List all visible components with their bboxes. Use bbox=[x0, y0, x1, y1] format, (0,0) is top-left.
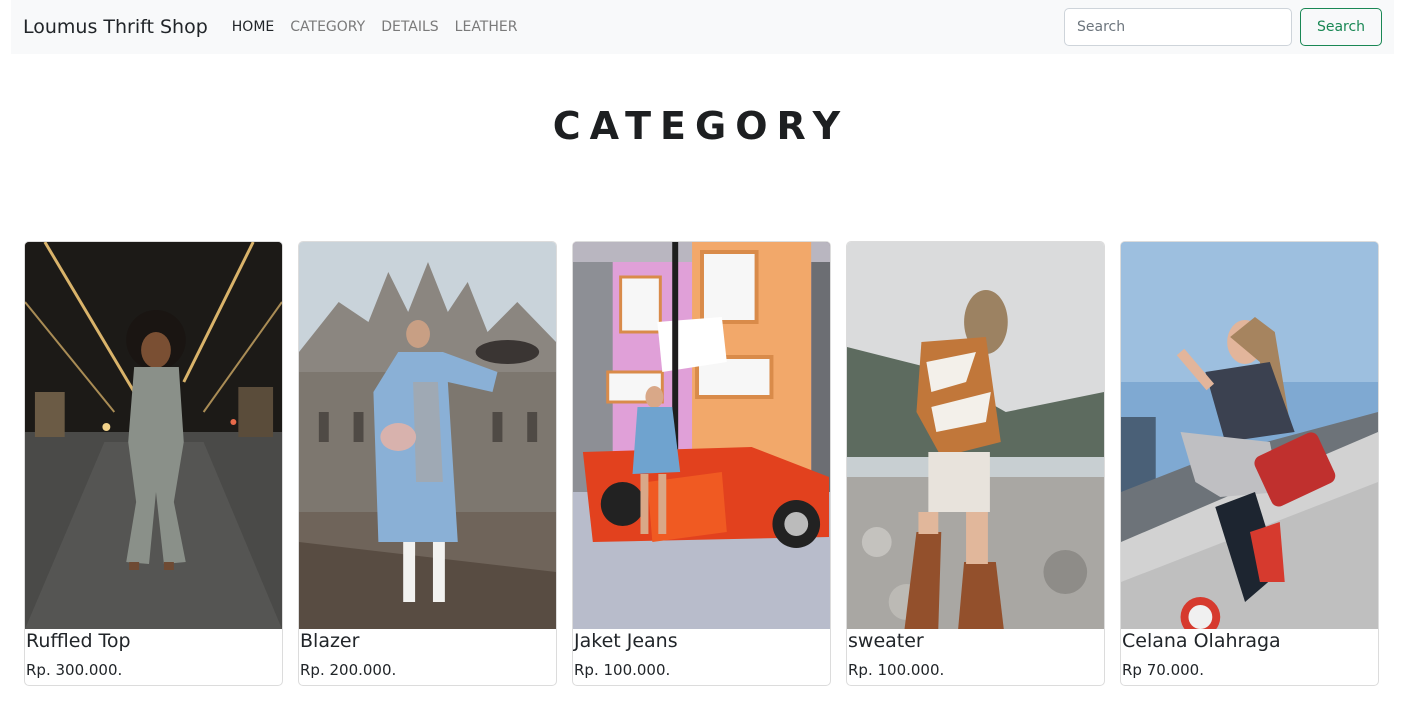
navbar: Loumus Thrift Shop HOME CATEGORY DETAILS… bbox=[11, 0, 1394, 54]
product-name: Celana Olahraga bbox=[1122, 630, 1281, 652]
product-price: Rp. 100.000. bbox=[848, 661, 945, 679]
brand-logo[interactable]: Loumus Thrift Shop bbox=[23, 16, 208, 38]
search-input[interactable] bbox=[1064, 8, 1292, 46]
nav-links: HOME CATEGORY DETAILS LEATHER bbox=[232, 19, 534, 35]
search-form: Search bbox=[1064, 8, 1382, 46]
product-image[interactable] bbox=[573, 242, 830, 629]
product-name: sweater bbox=[848, 630, 924, 652]
product-name: Jaket Jeans bbox=[574, 630, 678, 652]
product-name: Ruffled Top bbox=[26, 630, 131, 652]
product-card-ruffled-top[interactable]: Ruffled Top Rp. 300.000. bbox=[24, 241, 283, 686]
product-card-sweater[interactable]: sweater Rp. 100.000. bbox=[846, 241, 1105, 686]
product-card-jaket-jeans[interactable]: Jaket Jeans Rp. 100.000. bbox=[572, 241, 831, 686]
product-image[interactable] bbox=[1121, 242, 1378, 629]
product-grid: Ruffled Top Rp. 300.000. Blazer Rp. 200.… bbox=[24, 241, 1379, 686]
nav-link-category[interactable]: CATEGORY bbox=[290, 19, 365, 35]
product-card-celana-olahraga[interactable]: Celana Olahraga Rp 70.000. bbox=[1120, 241, 1379, 686]
product-price: Rp 70.000. bbox=[1122, 661, 1204, 679]
nav-link-home[interactable]: HOME bbox=[232, 19, 274, 35]
product-image[interactable] bbox=[847, 242, 1104, 629]
product-card-blazer[interactable]: Blazer Rp. 200.000. bbox=[298, 241, 557, 686]
page-title: CATEGORY bbox=[552, 104, 850, 148]
product-name: Blazer bbox=[300, 630, 360, 652]
product-price: Rp. 300.000. bbox=[26, 661, 123, 679]
product-image[interactable] bbox=[25, 242, 282, 629]
product-price: Rp. 100.000. bbox=[574, 661, 671, 679]
nav-link-leather[interactable]: LEATHER bbox=[455, 19, 518, 35]
nav-link-details[interactable]: DETAILS bbox=[381, 19, 438, 35]
product-image[interactable] bbox=[299, 242, 556, 629]
product-price: Rp. 200.000. bbox=[300, 661, 397, 679]
search-button[interactable]: Search bbox=[1300, 8, 1382, 46]
